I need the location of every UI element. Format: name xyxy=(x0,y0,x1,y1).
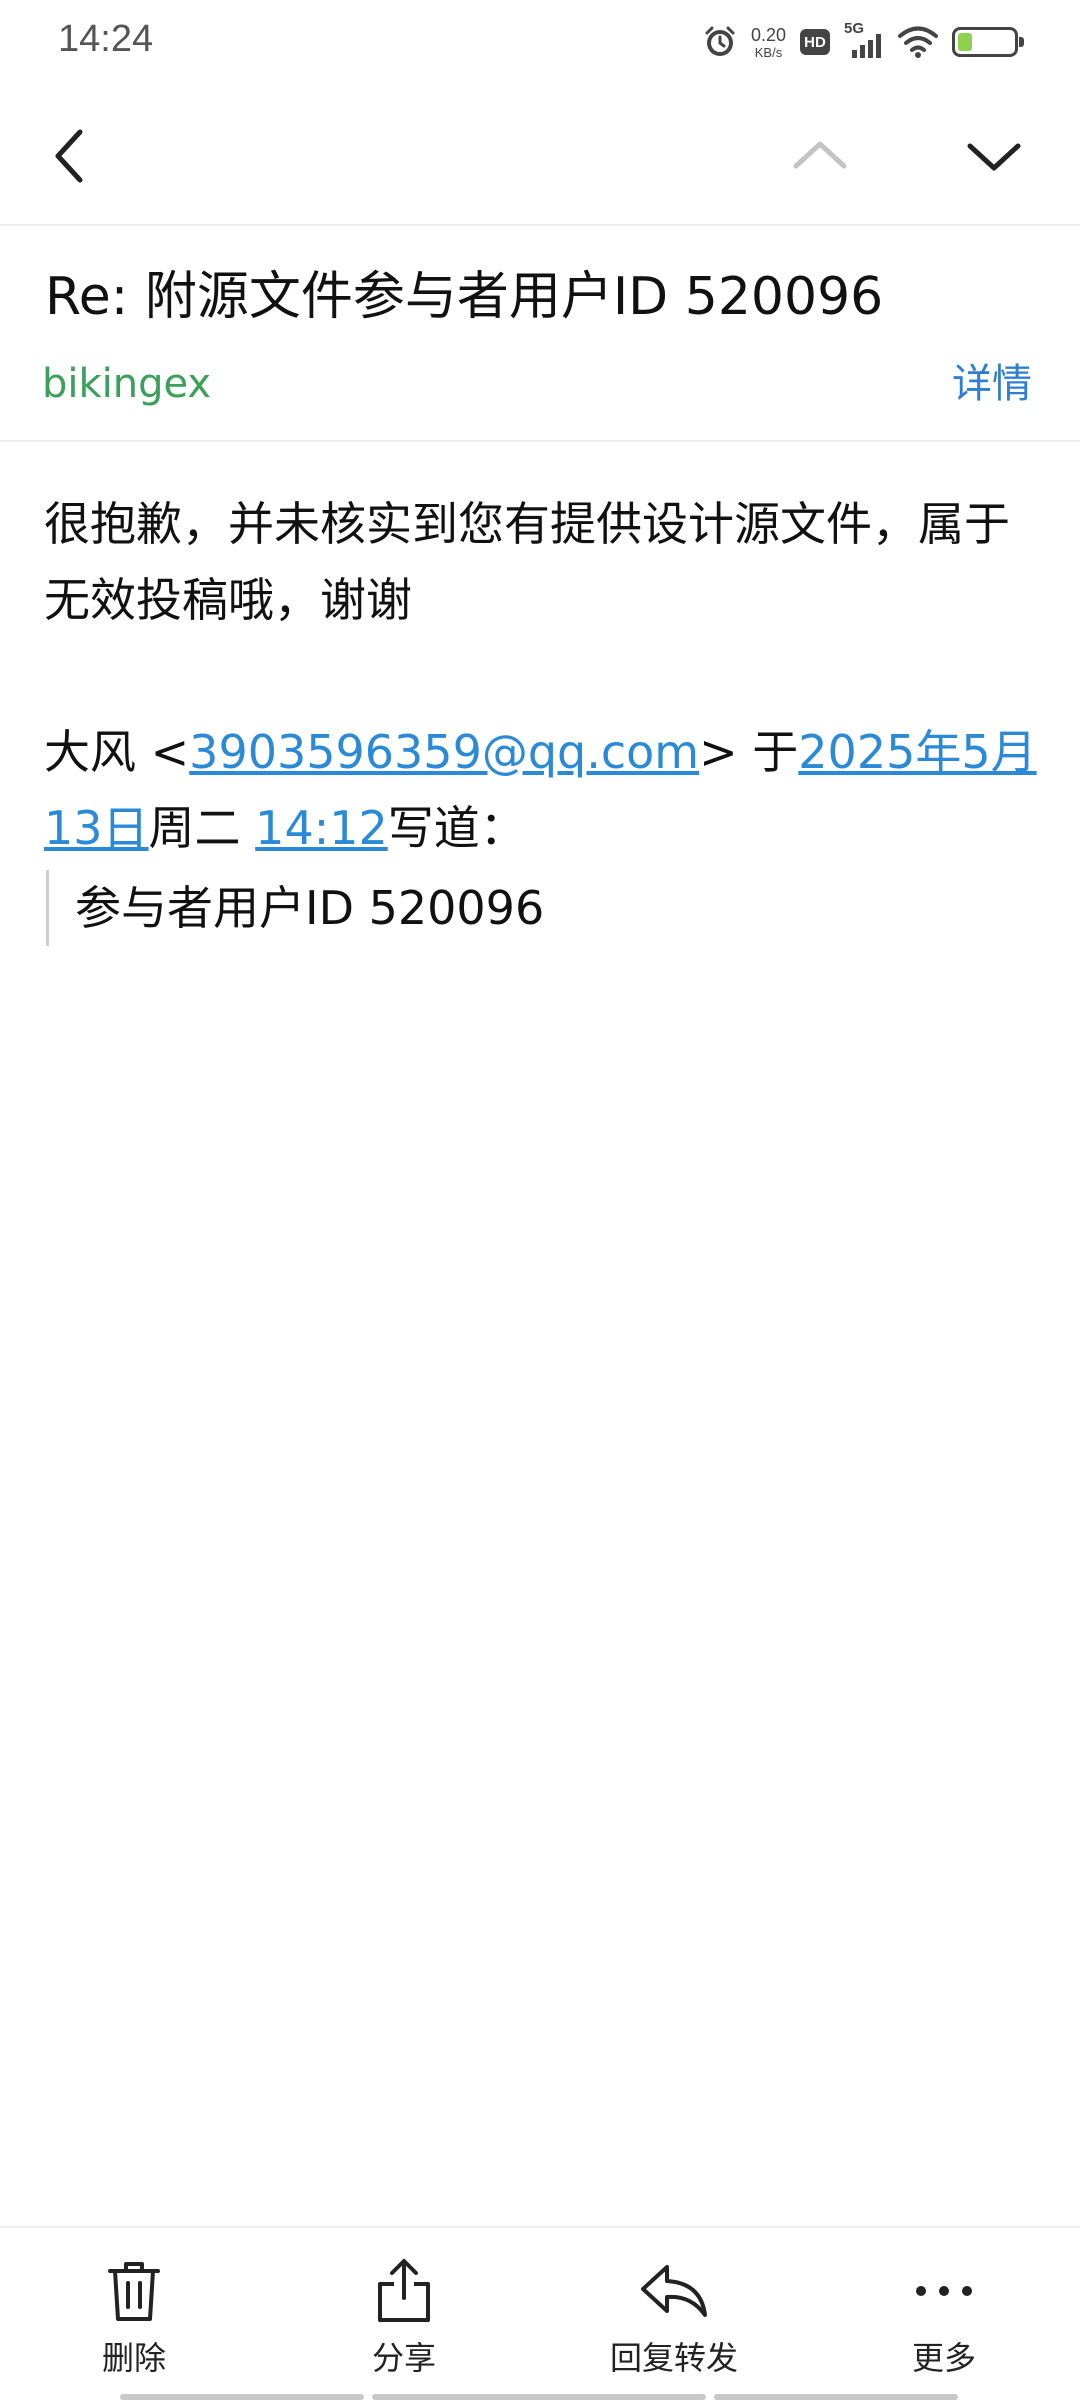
sender-name[interactable]: bikingex xyxy=(42,356,211,412)
status-bar: 14:24 0.20 KB/s HD 5G xyxy=(0,0,1080,80)
email-detail-screen: 14:24 0.20 KB/s HD 5G Re: 附源文件参与者用户ID 52… xyxy=(0,0,1080,2408)
network-speed: 0.20 KB/s xyxy=(751,26,786,59)
network-speed-value: 0.20 xyxy=(750,24,786,45)
share-label: 分享 xyxy=(371,2339,436,2377)
header-divider xyxy=(0,440,1080,442)
quote-time-link[interactable]: 14:12 xyxy=(255,801,388,855)
quote-email-link[interactable]: 3903596359@qq.com xyxy=(189,725,699,779)
alarm-icon xyxy=(703,25,737,59)
share-button[interactable]: 分享 xyxy=(304,2258,504,2378)
body-text: 很抱歉，并未核实到您有提供设计源文件，属于无效投稿哦，谢谢 xyxy=(44,497,1010,627)
status-time: 14:24 xyxy=(58,18,154,60)
back-button[interactable] xyxy=(30,116,110,196)
reply-icon xyxy=(639,2258,709,2324)
quote-header-mid: > 于 xyxy=(699,725,799,779)
wifi-icon xyxy=(898,25,938,59)
chevron-down-icon xyxy=(967,143,1021,171)
quoted-text: 参与者用户ID 520096 xyxy=(46,870,1044,946)
delete-button[interactable]: 删除 xyxy=(34,2258,234,2378)
chevron-up-icon xyxy=(793,141,847,169)
more-label: 更多 xyxy=(911,2339,976,2377)
more-button[interactable]: 更多 xyxy=(844,2258,1044,2378)
battery-icon xyxy=(952,27,1024,57)
details-link[interactable]: 详情 xyxy=(952,356,1032,412)
previous-email-button[interactable] xyxy=(780,116,860,196)
quote-header-suffix: 写道： xyxy=(387,801,526,855)
network-speed-unit: KB/s xyxy=(754,44,783,60)
gesture-bar-segment xyxy=(714,2394,958,2400)
hd-icon: HD xyxy=(800,29,830,55)
email-subject: Re: 附源文件参与者用户ID 520096 xyxy=(45,267,884,327)
next-email-button[interactable] xyxy=(954,116,1034,196)
quote-sender-name: 大风 < xyxy=(44,725,190,779)
chevron-left-icon xyxy=(55,129,83,183)
gesture-bar-segment xyxy=(120,2394,364,2400)
quote-header: 大风 <3903596359@qq.com> 于2025年5月13日周二 14:… xyxy=(44,714,1044,866)
reply-forward-button[interactable]: 回复转发 xyxy=(574,2258,774,2378)
status-icons: 0.20 KB/s HD 5G xyxy=(703,18,1024,66)
gesture-bar-segment xyxy=(372,2394,706,2400)
signal-icon: 5G xyxy=(844,20,884,62)
battery-fill xyxy=(958,33,972,51)
bottom-toolbar: 删除 分享 回复转发 更多 xyxy=(0,2226,1080,2408)
top-nav-bar xyxy=(0,80,1080,226)
email-body: 很抱歉，并未核实到您有提供设计源文件，属于无效投稿哦，谢谢 大风 <390359… xyxy=(44,486,1044,946)
trash-icon xyxy=(106,2258,162,2324)
share-icon xyxy=(374,2258,434,2324)
more-icon xyxy=(914,2258,974,2324)
reply-forward-label: 回复转发 xyxy=(609,2339,738,2377)
quote-weekday: 周二 xyxy=(148,801,256,855)
delete-label: 删除 xyxy=(101,2339,166,2377)
